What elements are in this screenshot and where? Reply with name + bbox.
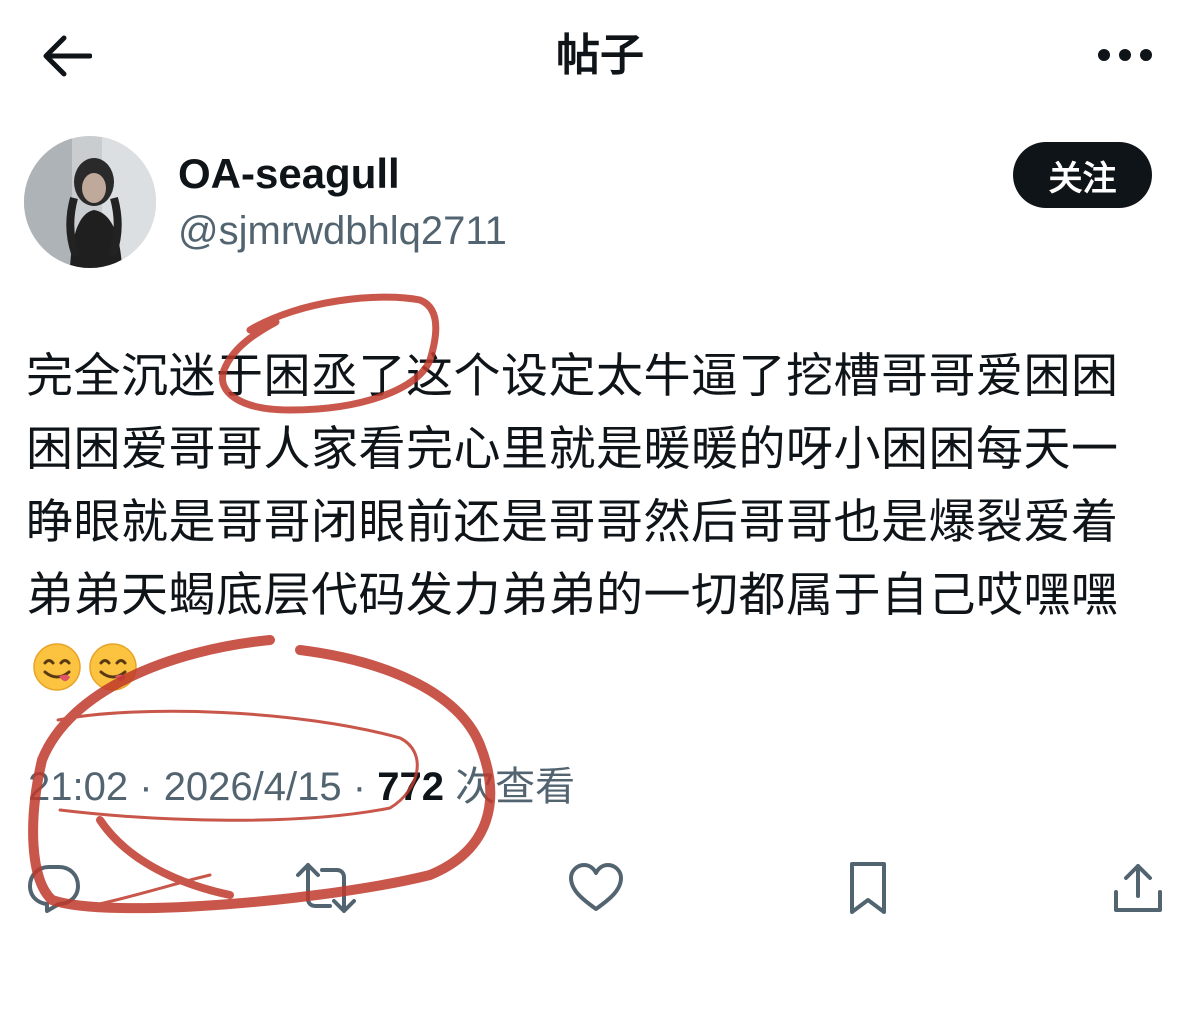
share-button[interactable] bbox=[1106, 856, 1170, 920]
reply-button[interactable] bbox=[22, 856, 86, 920]
bookmark-button[interactable] bbox=[836, 856, 900, 920]
repost-icon bbox=[296, 863, 356, 913]
face-savoring-food-icon bbox=[88, 640, 138, 691]
display-name[interactable]: OA-seagull bbox=[178, 146, 400, 202]
avatar[interactable] bbox=[24, 136, 156, 268]
meta-separator: · bbox=[352, 765, 367, 809]
follow-button[interactable]: 关注 bbox=[1013, 142, 1152, 208]
reply-icon bbox=[28, 865, 80, 913]
views-label[interactable]: 次查看 bbox=[455, 765, 575, 809]
avatar-photo bbox=[24, 136, 156, 268]
post-date: 2026/4/15 bbox=[163, 765, 342, 809]
share-icon bbox=[1114, 864, 1162, 912]
face-savoring-food-icon bbox=[32, 640, 82, 691]
post-meta: 21:02 · 2026/4/15 · 772 次查看 bbox=[28, 760, 575, 814]
more-horizontal-icon bbox=[1098, 49, 1152, 61]
repost-button[interactable] bbox=[294, 856, 358, 920]
post-text: 完全沉迷于困丞了这个设定太牛逼了挖槽哥哥爱困困困困爱哥哥人家看完心里就是暖暖的呀… bbox=[26, 340, 1136, 705]
like-icon bbox=[569, 863, 623, 911]
user-handle[interactable]: @sjmrwdbhlq2711 bbox=[178, 204, 507, 258]
post-time: 21:02 bbox=[28, 765, 129, 809]
meta-separator: · bbox=[139, 765, 153, 809]
bookmark-icon bbox=[850, 862, 886, 914]
like-button[interactable] bbox=[564, 856, 628, 920]
page-title: 帖子 bbox=[556, 30, 644, 81]
post-text-content: 完全沉迷于困丞了这个设定太牛逼了挖槽哥哥爱困困困困爱哥哥人家看完心里就是暖暖的呀… bbox=[26, 349, 1119, 623]
view-count: 772 bbox=[377, 765, 444, 809]
more-button[interactable] bbox=[1090, 30, 1160, 80]
